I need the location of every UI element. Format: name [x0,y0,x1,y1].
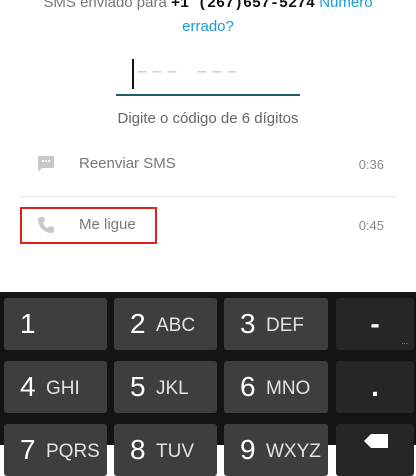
wrong-number-link-continued[interactable]: errado? [0,15,416,39]
call-me-timer: 0:45 [358,218,384,233]
key-5[interactable]: 5 JKL [114,361,217,413]
key-7[interactable]: 7 PQRS [4,424,107,476]
key-8-letters: TUV [156,441,194,462]
key-6-digit: 6 [240,371,256,402]
minus-hint: ... [401,337,408,346]
key-9-letters: WXYZ [266,441,321,462]
key-6-letters: MNO [266,378,311,399]
key-7-digit: 7 [20,434,36,465]
key-4-letters: GHI [46,378,80,399]
key-minus[interactable]: - ... [336,298,414,350]
key-2-digit: 2 [130,308,146,339]
key-2-letters: ABC [156,315,196,336]
key-1[interactable]: 1 [4,298,107,350]
key-1-digit: 1 [20,308,36,339]
divider [20,196,396,197]
sms-sent-prefix: SMS enviado para [43,0,171,11]
key-5-digit: 5 [130,371,146,402]
phone-number: +1 (267)657-5274 [171,0,316,12]
resend-sms-label: Reenviar SMS [79,155,176,172]
key-6[interactable]: 6 MNO [224,361,328,413]
key-8-digit: 8 [130,434,146,465]
key-3-digit: 3 [240,308,256,339]
code-hint: Digite o código de 6 dígitos [117,110,299,127]
minus-symbol: - [370,308,380,339]
period-symbol: . [371,371,379,402]
key-4[interactable]: 4 GHI [4,361,107,413]
resend-sms-row[interactable]: Reenviar SMS 0:36 [0,146,416,186]
key-8[interactable]: 8 TUV [114,424,217,476]
key-backspace[interactable] [336,424,414,476]
key-2[interactable]: 2 ABC [114,298,217,350]
backspace-icon [364,434,388,448]
resend-sms-timer: 0:36 [358,157,384,172]
key-9[interactable]: 9 WXYZ [224,424,328,476]
message-icon [38,156,54,172]
key-3[interactable]: 3 DEF [224,298,328,350]
key-4-digit: 4 [20,371,36,402]
key-3-letters: DEF [266,315,304,336]
wrong-number-link[interactable]: Número [319,0,372,11]
key-7-letters: PQRS [46,441,100,462]
code-placeholder: ––– ––– [136,61,242,84]
key-9-digit: 9 [240,434,256,465]
verification-code-input[interactable]: ––– ––– [116,56,300,96]
numeric-keypad: 1 2 ABC 3 DEF - ... 4 GHI 5 JKL 6 MNO . … [0,292,416,476]
verification-panel: SMS enviado para +1 (267)657-5274 Número… [0,0,416,292]
key-period[interactable]: . [336,361,414,413]
call-me-highlight [20,207,157,244]
text-cursor [132,59,134,89]
key-5-letters: JKL [156,378,189,399]
sms-sent-message: SMS enviado para +1 (267)657-5274 Número [0,0,416,16]
